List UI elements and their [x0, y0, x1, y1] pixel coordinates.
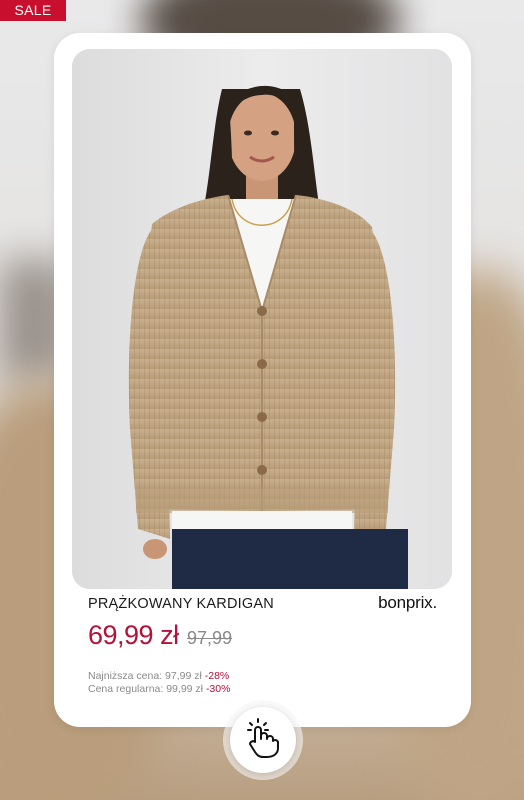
old-price: 97,99 [187, 628, 233, 648]
lowest-price-info: Najniższa cena: 97,99 zł -28% [88, 670, 229, 682]
sale-badge: SALE [0, 0, 66, 21]
brand-logo: bonprix. [378, 593, 437, 612]
regular-price-label: Cena regularna: 99,99 zł [88, 683, 203, 695]
lowest-price-label: Najniższa cena: 97,99 zł [88, 670, 202, 682]
current-price: 69,99 zł [88, 620, 179, 650]
product-image[interactable] [72, 49, 452, 589]
regular-price-discount: -30% [205, 683, 231, 695]
price-row: 69,99 zł 97,99 [88, 620, 232, 651]
regular-price-info: Cena regularna: 99,99 zł -30% [88, 683, 230, 695]
product-card[interactable]: PRĄŻKOWANY KARDIGAN bonprix. 69,99 zł 97… [54, 33, 471, 727]
hand-tap-icon [245, 717, 281, 763]
tap-button[interactable] [230, 707, 296, 773]
product-name[interactable]: PRĄŻKOWANY KARDIGAN [88, 596, 274, 612]
lowest-price-discount: -28% [204, 670, 230, 682]
